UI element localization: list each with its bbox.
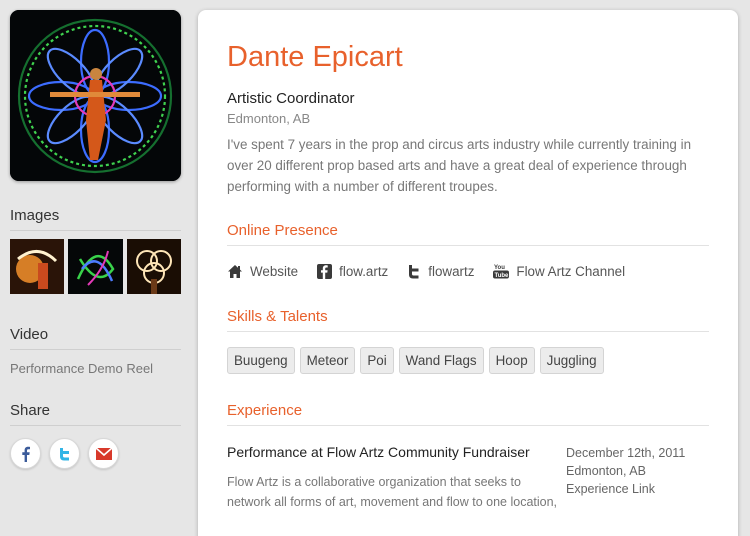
experience-date: December 12th, 2011 [566,446,686,460]
profile-bio: I've spent 7 years in the prop and circu… [227,137,692,194]
svg-text:Tube: Tube [495,273,510,279]
facebook-icon [21,446,30,462]
share-buttons [10,438,181,469]
experience-item: Performance at Flow Artz Community Fundr… [227,444,709,512]
experience-location: Edmonton, AB [566,464,646,478]
sidebar: Images Video Performance Demo Reel Share [10,10,181,469]
experience-title: Performance at Flow Artz Community Fundr… [227,444,530,460]
gallery-thumbnail[interactable] [68,239,123,294]
experience-link[interactable]: Experience Link [566,480,685,498]
website-link-label: Website [250,263,299,279]
facebook-icon [317,263,333,279]
twitter-link-label: flowartz [428,263,475,279]
facebook-share-button[interactable] [10,438,41,469]
profile-name: Dante Epicart [227,41,403,73]
youtube-icon: You Tube [493,263,510,279]
profile-role: Artistic Coordinator [227,90,355,107]
image-gallery [10,239,181,294]
facebook-link-label: flow.artz [339,263,389,279]
skill-tag[interactable]: Buugeng [227,347,295,374]
experience-meta: December 12th, 2011 Edmonton, AB Experie… [566,444,685,512]
facebook-link[interactable]: flow.artz [317,263,389,279]
skill-tag[interactable]: Meteor [299,347,356,374]
email-icon [94,446,113,460]
gallery-thumbnail[interactable] [126,239,181,294]
skill-tag[interactable]: Juggling [539,347,604,374]
share-heading: Share [10,402,181,426]
profile-photo [10,10,181,181]
twitter-icon [407,264,421,279]
skills-heading: Skills & Talents [227,308,709,332]
twitter-icon [59,447,69,460]
youtube-link-label: Flow Artz Channel [516,263,626,279]
online-presence-links: Website flow.artz flowartz You Tube Flow … [227,263,709,279]
skill-tag[interactable]: Poi [360,347,394,374]
skills-tags: Buugeng Meteor Poi Wand Flags Hoop Juggl… [227,347,709,374]
youtube-link[interactable]: You Tube Flow Artz Channel [493,263,625,279]
twitter-link[interactable]: flowartz [407,264,474,279]
twitter-share-button[interactable] [49,438,80,469]
skill-tag[interactable]: Wand Flags [398,347,484,374]
skill-tag[interactable]: Hoop [488,347,535,374]
profile-card: Dante Epicart Artistic Coordinator Edmon… [198,10,738,536]
website-link[interactable]: Website [227,264,298,279]
email-share-button[interactable] [88,438,119,469]
svg-text:You: You [494,265,505,271]
gallery-thumbnail[interactable] [10,239,65,294]
video-link[interactable]: Performance Demo Reel [10,361,181,376]
video-heading: Video [10,326,181,350]
experience-description: Flow Artz is a collaborative organizatio… [227,475,558,509]
online-presence-heading: Online Presence [227,222,709,246]
experience-heading: Experience [227,402,709,426]
experience-main: Performance at Flow Artz Community Fundr… [227,444,566,512]
home-icon [227,264,243,279]
profile-location: Edmonton, AB [227,111,311,126]
images-heading: Images [10,207,181,231]
